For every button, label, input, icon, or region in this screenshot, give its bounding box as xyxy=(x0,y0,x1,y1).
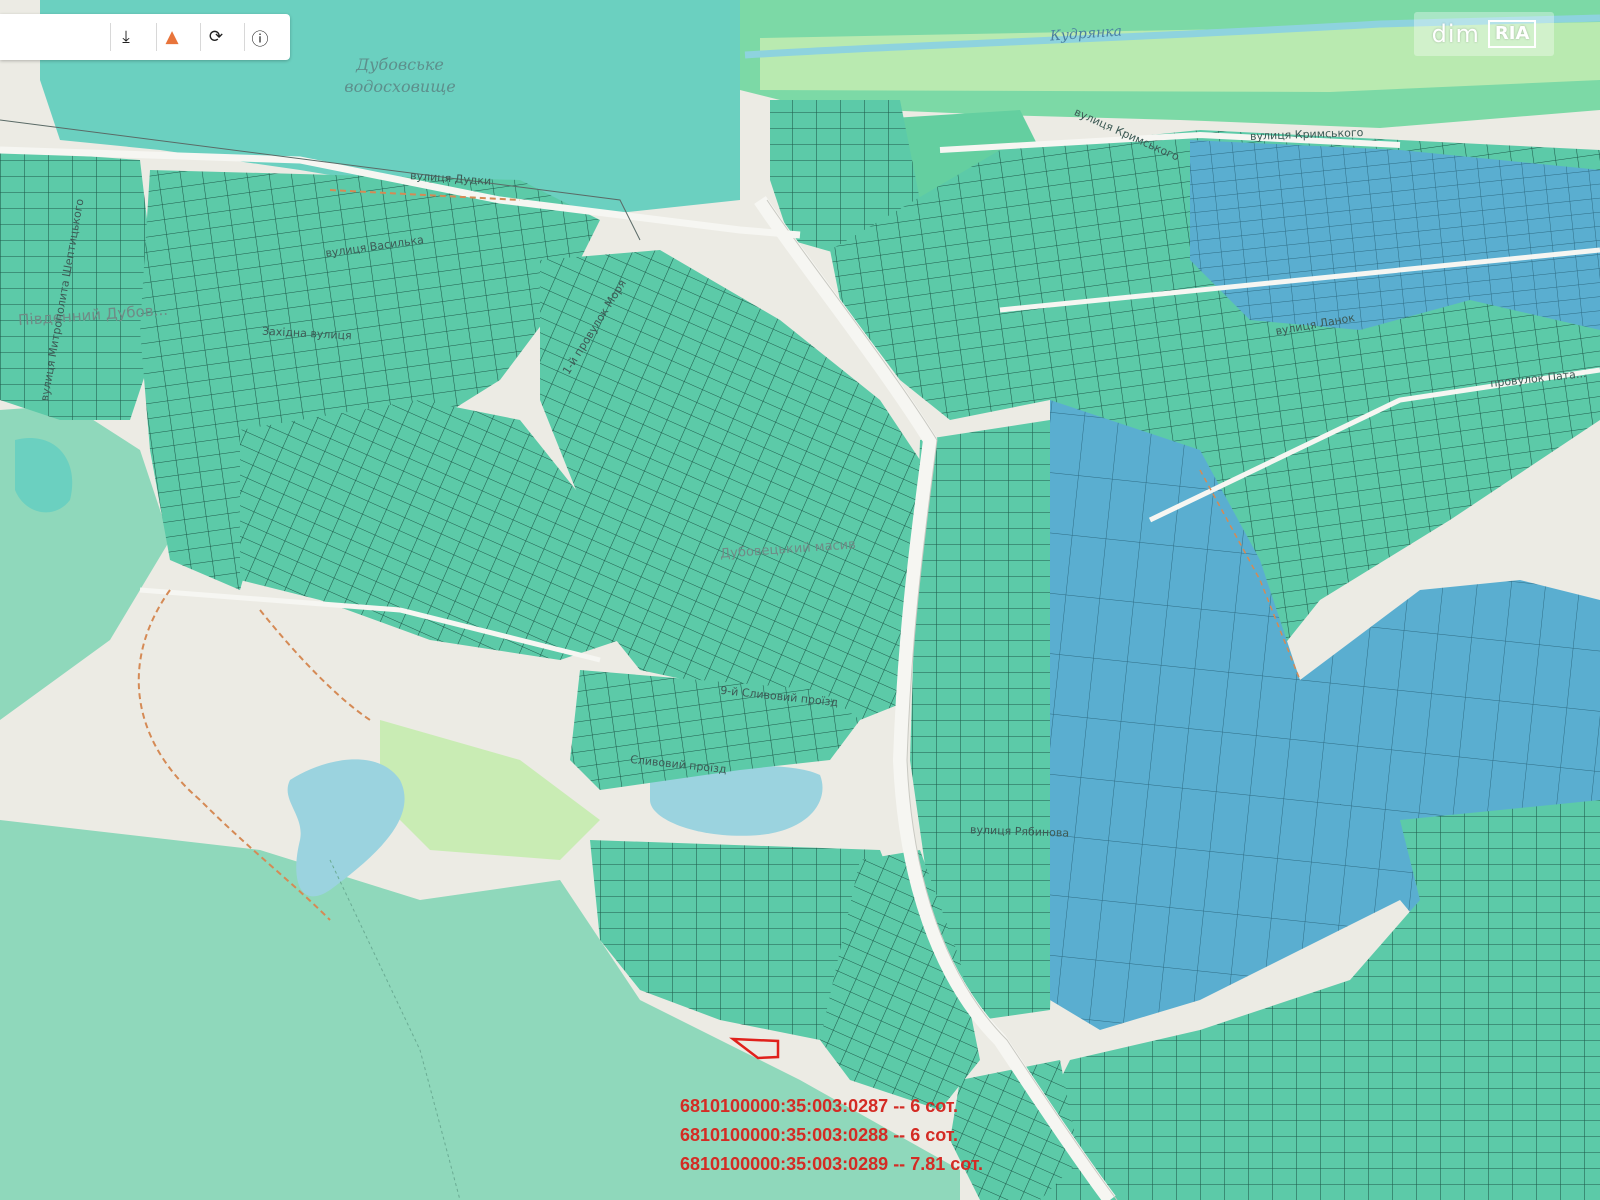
refresh-button[interactable]: ⟳ xyxy=(200,23,231,51)
parcel-annotation-list: 6810100000:35:003:0287 -- 6 сот. 6810100… xyxy=(680,1092,983,1179)
warning-button[interactable]: ▲ xyxy=(156,23,187,51)
reservoir-label: Дубовське водосховище xyxy=(344,55,456,96)
parcel-id: 6810100000:35:003:0288 xyxy=(680,1125,889,1145)
info-icon: ⓘ xyxy=(251,29,269,50)
parcels-west xyxy=(0,150,160,420)
dimria-logo: dim RIA xyxy=(1414,12,1554,56)
download-button[interactable]: ⤓ xyxy=(110,23,141,51)
info-button[interactable]: ⓘ xyxy=(244,23,275,51)
logo-text-ria: RIA xyxy=(1487,20,1537,48)
parcel-area: 6 сот. xyxy=(910,1096,958,1116)
parcel-area: 7.81 сот. xyxy=(910,1154,984,1174)
warning-icon: ▲ xyxy=(165,27,179,47)
parcel-id: 6810100000:35:003:0289 xyxy=(680,1154,889,1174)
parcel-area: 6 сот. xyxy=(910,1125,958,1145)
parcel-line: 6810100000:35:003:0288 -- 6 сот. xyxy=(680,1125,958,1145)
map-toolbar: ⤓ ▲ ⟳ ⓘ xyxy=(0,14,290,60)
parcel-line: 6810100000:35:003:0287 -- 6 сот. xyxy=(680,1096,958,1116)
cadastral-map[interactable]: Дубовське водосховище Кудрянка Південний… xyxy=(0,0,1600,1200)
parcels-blue-northeast xyxy=(1190,140,1600,330)
parcel-line: 6810100000:35:003:0289 -- 7.81 сот. xyxy=(680,1154,984,1174)
parcel-id: 6810100000:35:003:0287 xyxy=(680,1096,889,1116)
download-icon: ⤓ xyxy=(122,27,130,47)
refresh-icon: ⟳ xyxy=(208,27,224,47)
map-canvas[interactable] xyxy=(0,0,1600,1200)
logo-text-dim: dim xyxy=(1431,20,1480,48)
